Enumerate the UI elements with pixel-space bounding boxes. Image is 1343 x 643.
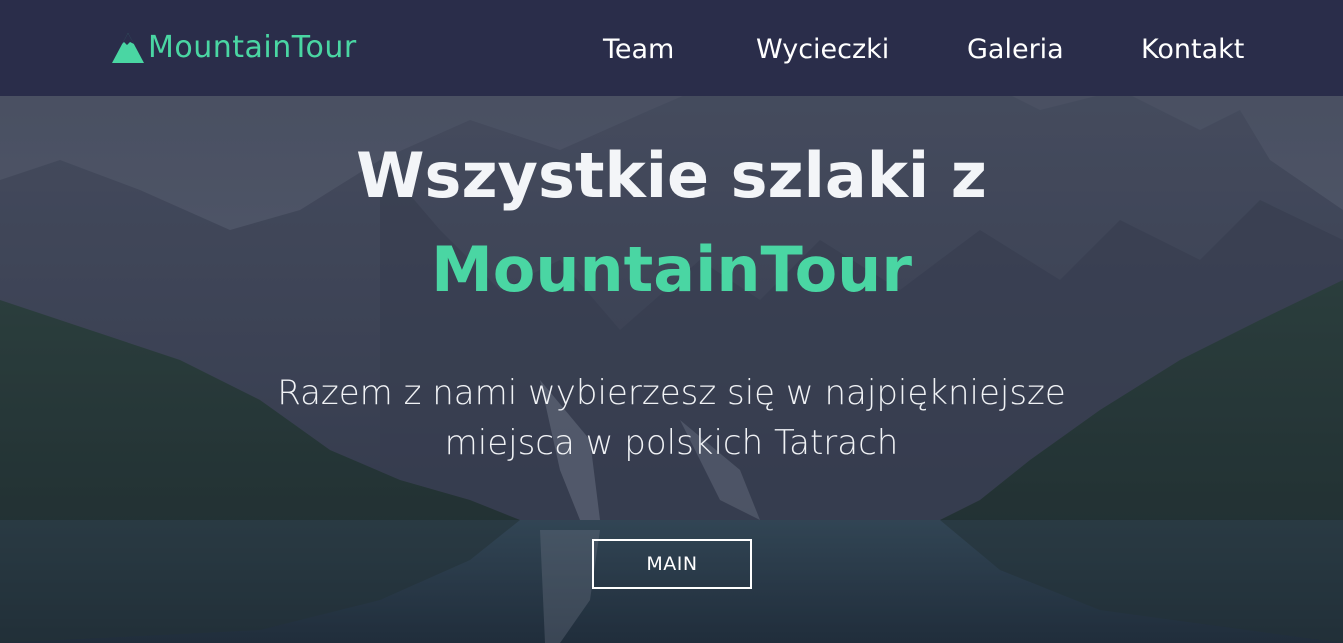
hero-headline-brand: MountainTour — [431, 233, 912, 306]
main-button[interactable]: MAIN — [592, 539, 752, 589]
hero-lead: Razem z nami wybierzesz się w najpięknie… — [0, 368, 1343, 468]
nav-item-galeria[interactable]: Galeria — [967, 30, 1064, 70]
hero-lead-line-1: Razem z nami wybierzesz się w najpięknie… — [277, 373, 1066, 413]
top-navbar: MountainTour Team Wycieczki Galeria Kont… — [0, 0, 1343, 96]
nav-item-kontakt[interactable]: Kontakt — [1141, 30, 1244, 70]
nav-item-team[interactable]: Team — [603, 30, 674, 70]
nav-item-wycieczki[interactable]: Wycieczki — [756, 30, 889, 70]
hero-lead-line-2: miejsca w polskich Tatrach — [444, 423, 899, 463]
hero-headline: Wszystkie szlaki z — [356, 139, 987, 212]
nav-menu: Team Wycieczki Galeria Kontakt — [0, 30, 1343, 70]
hero-section: Wszystkie szlaki z MountainTour Razem z … — [0, 0, 1343, 643]
